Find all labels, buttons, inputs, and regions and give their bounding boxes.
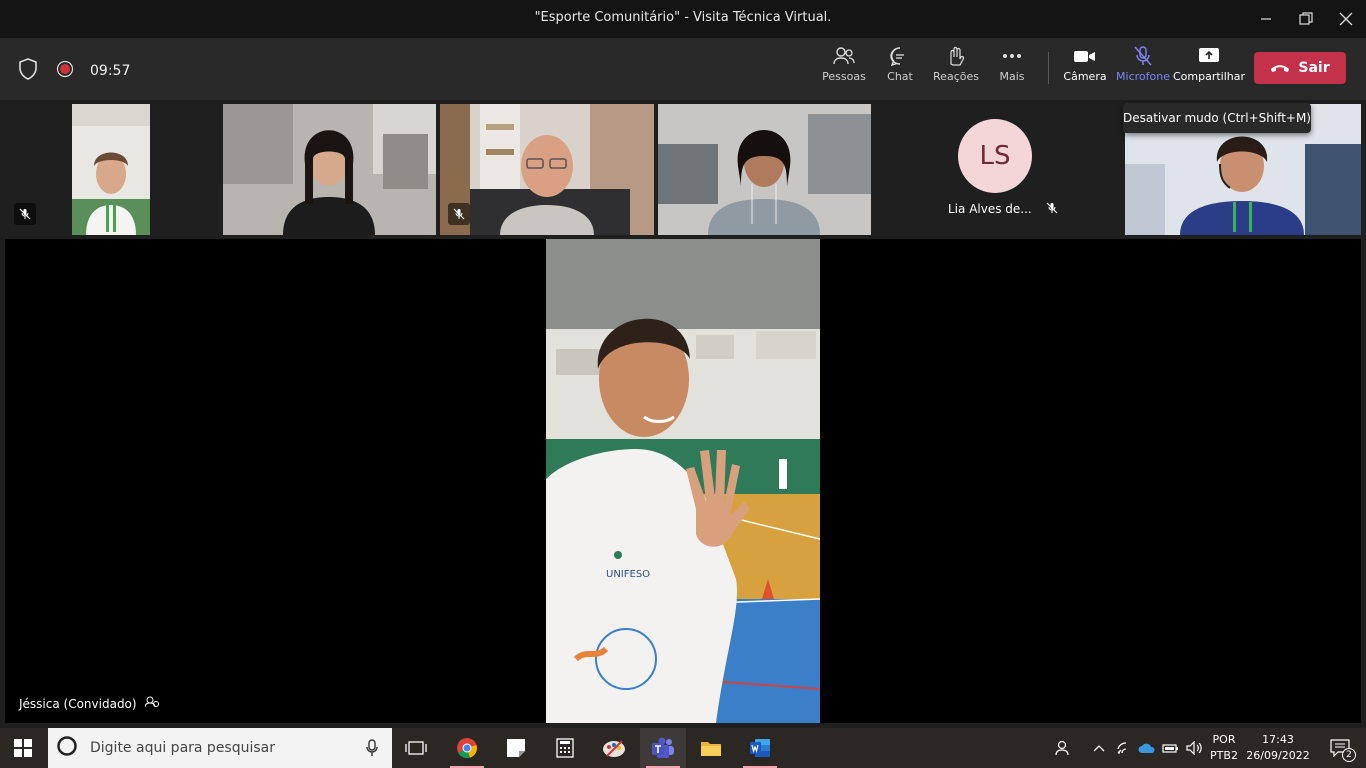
notification-count-badge: 2: [1342, 748, 1356, 762]
paint-icon: [603, 740, 625, 757]
show-hidden-icons-button[interactable]: [1088, 728, 1110, 768]
minimize-button[interactable]: [1246, 0, 1286, 38]
more-label: Mais: [999, 70, 1025, 83]
share-button[interactable]: Compartilhar: [1173, 46, 1245, 94]
guest-icon: [144, 696, 159, 711]
taskbar-search-box[interactable]: Digite aqui para pesquisar: [48, 728, 392, 768]
sticky-notes-icon: [507, 739, 525, 757]
folder-icon: [701, 742, 721, 756]
main-participant-video[interactable]: UNIFESO: [546, 239, 820, 723]
share-screen-icon: [1199, 48, 1219, 62]
taskbar-clock[interactable]: 17:43 26/09/2022: [1243, 732, 1313, 764]
power-tray-icon[interactable]: [1160, 728, 1182, 768]
restore-icon: [1299, 12, 1313, 25]
people-icon: [833, 47, 855, 65]
wifi-icon: [1117, 742, 1127, 754]
task-view-icon: [405, 741, 427, 755]
volume-tray-icon[interactable]: [1184, 728, 1206, 768]
camera-label: Câmera: [1063, 70, 1107, 83]
participant-video-3[interactable]: [440, 104, 654, 235]
meeting-toolbar: 09:57 Pessoas Chat Reações Mais Câmera M…: [0, 38, 1366, 100]
taskbar-paint[interactable]: [591, 728, 637, 768]
taskbar-file-explorer[interactable]: [688, 728, 734, 768]
teams-icon: [652, 737, 674, 758]
calculator-icon: [556, 738, 574, 758]
camera-button[interactable]: Câmera: [1063, 46, 1107, 94]
task-view-button[interactable]: [393, 728, 439, 768]
toolbar-divider: [1048, 52, 1049, 84]
participant-name-label: Lia Alves de...: [948, 202, 1058, 217]
microphone-label: Microfone: [1116, 70, 1170, 83]
search-placeholder: Digite aqui para pesquisar: [90, 740, 276, 756]
windows-logo-icon: [14, 739, 32, 757]
chrome-icon: [457, 738, 477, 759]
window-titlebar: "Esporte Comunitário" - Visita Técnica V…: [0, 0, 1366, 38]
chevron-up-icon: [1093, 745, 1105, 752]
leave-label: Sair: [1298, 60, 1330, 76]
chat-label: Chat: [887, 70, 913, 83]
main-participant-name: Jéssica (Convidado): [19, 696, 159, 711]
meeting-timer: 09:57: [90, 63, 131, 79]
network-tray-icon[interactable]: [1114, 728, 1134, 768]
taskbar-chrome[interactable]: [444, 728, 490, 768]
close-icon: [1339, 12, 1353, 26]
participant-avatar[interactable]: LS: [958, 119, 1032, 193]
people-button[interactable]: Pessoas: [822, 46, 866, 94]
reactions-label: Reações: [933, 70, 979, 83]
participant-3-muted-indicator: [448, 203, 470, 225]
shield-icon[interactable]: [18, 58, 38, 84]
chat-icon: [890, 47, 904, 66]
people-icon: [1055, 740, 1069, 756]
microphone-button[interactable]: Microfone: [1116, 46, 1170, 94]
more-icon: [1003, 54, 1021, 58]
participant-1-muted-indicator: [14, 203, 36, 225]
people-label: Pessoas: [822, 70, 866, 83]
more-button[interactable]: Mais: [996, 46, 1028, 94]
maximize-button[interactable]: [1286, 0, 1326, 38]
window-title: "Esporte Comunitário" - Visita Técnica V…: [534, 10, 832, 25]
reactions-button[interactable]: Reações: [933, 46, 979, 94]
battery-plug-icon: [1162, 744, 1178, 753]
participant-video-1[interactable]: [72, 104, 150, 235]
chat-button[interactable]: Chat: [884, 46, 916, 94]
microphone-icon[interactable]: [366, 739, 378, 761]
share-label: Compartilhar: [1172, 70, 1246, 83]
hang-up-icon: [1271, 65, 1290, 72]
notification-center-button[interactable]: 2: [1320, 728, 1360, 768]
microphone-muted-icon: [1134, 46, 1152, 66]
speaker-icon: [1186, 741, 1202, 755]
windows-taskbar: Digite aqui para pesquisar POR PTB2 17:4…: [0, 728, 1366, 768]
microphone-tooltip: Desativar mudo (Ctrl+Shift+M): [1123, 103, 1311, 133]
start-button[interactable]: [0, 728, 46, 768]
mic-off-icon: [19, 208, 31, 220]
raise-hand-icon: [950, 46, 965, 66]
minimize-icon: [1261, 18, 1271, 20]
svg-text:UNIFESO: UNIFESO: [606, 569, 650, 580]
word-icon: [750, 739, 770, 757]
people-tray-button[interactable]: [1050, 728, 1078, 768]
onedrive-tray-icon[interactable]: [1136, 728, 1158, 768]
recording-icon: [56, 60, 74, 82]
taskbar-calculator[interactable]: [542, 728, 588, 768]
cloud-icon: [1138, 743, 1155, 753]
participant-video-4[interactable]: [658, 104, 871, 235]
close-button[interactable]: [1326, 0, 1366, 38]
taskbar-teams[interactable]: [640, 728, 686, 768]
camera-icon: [1074, 51, 1095, 62]
participant-video-2[interactable]: [223, 104, 436, 235]
mic-off-icon: [453, 208, 465, 220]
leave-button[interactable]: Sair: [1254, 52, 1346, 84]
taskbar-word[interactable]: [737, 728, 783, 768]
cortana-icon: [56, 735, 78, 761]
taskbar-sticky-notes[interactable]: [493, 728, 539, 768]
input-language-indicator[interactable]: POR PTB2: [1207, 732, 1241, 764]
mic-off-icon: [1046, 202, 1058, 217]
